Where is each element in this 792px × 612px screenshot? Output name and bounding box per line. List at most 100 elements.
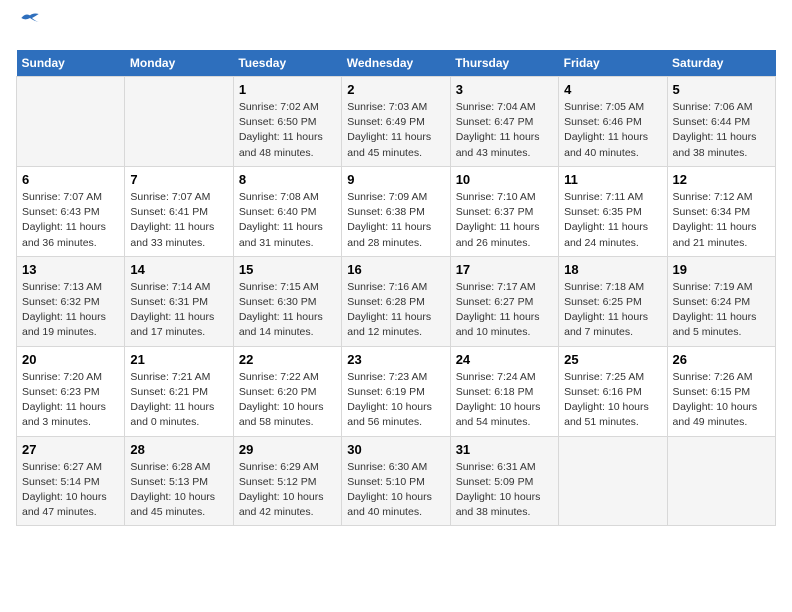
day-number: 7 xyxy=(130,172,227,187)
day-info: Sunrise: 7:04 AM Sunset: 6:47 PM Dayligh… xyxy=(456,100,553,161)
day-number: 25 xyxy=(564,352,661,367)
day-cell: 30 Sunrise: 6:30 AM Sunset: 5:10 PM Dayli… xyxy=(342,436,450,526)
logo xyxy=(16,16,40,38)
day-cell: 4 Sunrise: 7:05 AM Sunset: 6:46 PM Daylig… xyxy=(559,77,667,167)
day-cell: 22 Sunrise: 7:22 AM Sunset: 6:20 PM Dayli… xyxy=(233,346,341,436)
day-info: Sunrise: 7:21 AM Sunset: 6:21 PM Dayligh… xyxy=(130,370,227,431)
day-cell: 24 Sunrise: 7:24 AM Sunset: 6:18 PM Dayli… xyxy=(450,346,558,436)
calendar-table: SundayMondayTuesdayWednesdayThursdayFrid… xyxy=(16,50,776,526)
day-number: 6 xyxy=(22,172,119,187)
day-cell: 25 Sunrise: 7:25 AM Sunset: 6:16 PM Dayli… xyxy=(559,346,667,436)
day-number: 14 xyxy=(130,262,227,277)
col-header-wednesday: Wednesday xyxy=(342,50,450,77)
day-cell: 27Sunrise: 6:27 AM Sunset: 5:14 PM Dayli… xyxy=(17,436,125,526)
day-info: Sunrise: 7:12 AM Sunset: 6:34 PM Dayligh… xyxy=(673,190,770,251)
day-number: 28 xyxy=(130,442,227,457)
day-info: Sunrise: 7:22 AM Sunset: 6:20 PM Dayligh… xyxy=(239,370,336,431)
day-cell: 10Sunrise: 7:10 AM Sunset: 6:37 PM Dayli… xyxy=(450,166,558,256)
day-number: 30 xyxy=(347,442,444,457)
day-cell: 5Sunrise: 7:06 AM Sunset: 6:44 PM Daylig… xyxy=(667,77,775,167)
week-row-5: 27Sunrise: 6:27 AM Sunset: 5:14 PM Dayli… xyxy=(17,436,776,526)
day-info: Sunrise: 7:23 AM Sunset: 6:19 PM Dayligh… xyxy=(347,370,444,431)
day-cell: 28 Sunrise: 6:28 AM Sunset: 5:13 PM Dayli… xyxy=(125,436,233,526)
day-info: Sunrise: 7:08 AM Sunset: 6:40 PM Dayligh… xyxy=(239,190,336,251)
day-number: 17 xyxy=(456,262,553,277)
day-cell: 15 Sunrise: 7:15 AM Sunset: 6:30 PM Dayli… xyxy=(233,256,341,346)
day-cell: 21Sunrise: 7:21 AM Sunset: 6:21 PM Dayli… xyxy=(125,346,233,436)
day-info: Sunrise: 7:03 AM Sunset: 6:49 PM Dayligh… xyxy=(347,100,444,161)
day-info: Sunrise: 7:16 AM Sunset: 6:28 PM Dayligh… xyxy=(347,280,444,341)
day-cell: 6 Sunrise: 7:07 AM Sunset: 6:43 PM Daylig… xyxy=(17,166,125,256)
day-cell: 17 Sunrise: 7:17 AM Sunset: 6:27 PM Dayli… xyxy=(450,256,558,346)
header-row: SundayMondayTuesdayWednesdayThursdayFrid… xyxy=(17,50,776,77)
col-header-thursday: Thursday xyxy=(450,50,558,77)
day-info: Sunrise: 7:13 AM Sunset: 6:32 PM Dayligh… xyxy=(22,280,119,341)
day-cell: 9Sunrise: 7:09 AM Sunset: 6:38 PM Daylig… xyxy=(342,166,450,256)
day-number: 19 xyxy=(673,262,770,277)
week-row-1: 1 Sunrise: 7:02 AM Sunset: 6:50 PM Daylig… xyxy=(17,77,776,167)
day-number: 27 xyxy=(22,442,119,457)
day-number: 13 xyxy=(22,262,119,277)
week-row-2: 6 Sunrise: 7:07 AM Sunset: 6:43 PM Daylig… xyxy=(17,166,776,256)
day-cell: 18Sunrise: 7:18 AM Sunset: 6:25 PM Dayli… xyxy=(559,256,667,346)
day-number: 31 xyxy=(456,442,553,457)
day-cell: 3 Sunrise: 7:04 AM Sunset: 6:47 PM Daylig… xyxy=(450,77,558,167)
day-cell: 20 Sunrise: 7:20 AM Sunset: 6:23 PM Dayli… xyxy=(17,346,125,436)
day-info: Sunrise: 7:07 AM Sunset: 6:41 PM Dayligh… xyxy=(130,190,227,251)
day-cell xyxy=(17,77,125,167)
day-cell xyxy=(559,436,667,526)
day-number: 22 xyxy=(239,352,336,367)
week-row-3: 13 Sunrise: 7:13 AM Sunset: 6:32 PM Dayli… xyxy=(17,256,776,346)
day-info: Sunrise: 6:28 AM Sunset: 5:13 PM Dayligh… xyxy=(130,460,227,521)
day-number: 1 xyxy=(239,82,336,97)
day-info: Sunrise: 7:05 AM Sunset: 6:46 PM Dayligh… xyxy=(564,100,661,161)
col-header-saturday: Saturday xyxy=(667,50,775,77)
day-info: Sunrise: 7:17 AM Sunset: 6:27 PM Dayligh… xyxy=(456,280,553,341)
day-info: Sunrise: 7:19 AM Sunset: 6:24 PM Dayligh… xyxy=(673,280,770,341)
day-cell: 16 Sunrise: 7:16 AM Sunset: 6:28 PM Dayli… xyxy=(342,256,450,346)
day-number: 16 xyxy=(347,262,444,277)
day-info: Sunrise: 6:29 AM Sunset: 5:12 PM Dayligh… xyxy=(239,460,336,521)
day-cell: 19 Sunrise: 7:19 AM Sunset: 6:24 PM Dayli… xyxy=(667,256,775,346)
day-number: 20 xyxy=(22,352,119,367)
day-cell: 26Sunrise: 7:26 AM Sunset: 6:15 PM Dayli… xyxy=(667,346,775,436)
day-info: Sunrise: 6:30 AM Sunset: 5:10 PM Dayligh… xyxy=(347,460,444,521)
col-header-monday: Monday xyxy=(125,50,233,77)
day-number: 5 xyxy=(673,82,770,97)
day-cell: 14 Sunrise: 7:14 AM Sunset: 6:31 PM Dayli… xyxy=(125,256,233,346)
day-number: 26 xyxy=(673,352,770,367)
day-info: Sunrise: 7:02 AM Sunset: 6:50 PM Dayligh… xyxy=(239,100,336,161)
day-cell: 1 Sunrise: 7:02 AM Sunset: 6:50 PM Daylig… xyxy=(233,77,341,167)
day-number: 4 xyxy=(564,82,661,97)
day-info: Sunrise: 6:31 AM Sunset: 5:09 PM Dayligh… xyxy=(456,460,553,521)
day-number: 11 xyxy=(564,172,661,187)
day-info: Sunrise: 7:14 AM Sunset: 6:31 PM Dayligh… xyxy=(130,280,227,341)
day-cell xyxy=(667,436,775,526)
day-info: Sunrise: 7:07 AM Sunset: 6:43 PM Dayligh… xyxy=(22,190,119,251)
day-cell: 12Sunrise: 7:12 AM Sunset: 6:34 PM Dayli… xyxy=(667,166,775,256)
day-info: Sunrise: 7:24 AM Sunset: 6:18 PM Dayligh… xyxy=(456,370,553,431)
col-header-sunday: Sunday xyxy=(17,50,125,77)
day-number: 8 xyxy=(239,172,336,187)
day-cell: 2 Sunrise: 7:03 AM Sunset: 6:49 PM Daylig… xyxy=(342,77,450,167)
day-cell: 7 Sunrise: 7:07 AM Sunset: 6:41 PM Daylig… xyxy=(125,166,233,256)
day-cell xyxy=(125,77,233,167)
day-cell: 11Sunrise: 7:11 AM Sunset: 6:35 PM Dayli… xyxy=(559,166,667,256)
day-info: Sunrise: 7:25 AM Sunset: 6:16 PM Dayligh… xyxy=(564,370,661,431)
day-number: 24 xyxy=(456,352,553,367)
day-info: Sunrise: 7:10 AM Sunset: 6:37 PM Dayligh… xyxy=(456,190,553,251)
day-number: 15 xyxy=(239,262,336,277)
day-number: 29 xyxy=(239,442,336,457)
day-number: 2 xyxy=(347,82,444,97)
week-row-4: 20 Sunrise: 7:20 AM Sunset: 6:23 PM Dayli… xyxy=(17,346,776,436)
day-info: Sunrise: 7:15 AM Sunset: 6:30 PM Dayligh… xyxy=(239,280,336,341)
day-info: Sunrise: 7:09 AM Sunset: 6:38 PM Dayligh… xyxy=(347,190,444,251)
page-header xyxy=(16,16,776,38)
day-info: Sunrise: 7:18 AM Sunset: 6:25 PM Dayligh… xyxy=(564,280,661,341)
col-header-friday: Friday xyxy=(559,50,667,77)
day-info: Sunrise: 7:20 AM Sunset: 6:23 PM Dayligh… xyxy=(22,370,119,431)
day-cell: 23Sunrise: 7:23 AM Sunset: 6:19 PM Dayli… xyxy=(342,346,450,436)
day-number: 3 xyxy=(456,82,553,97)
day-cell: 31 Sunrise: 6:31 AM Sunset: 5:09 PM Dayli… xyxy=(450,436,558,526)
day-cell: 13 Sunrise: 7:13 AM Sunset: 6:32 PM Dayli… xyxy=(17,256,125,346)
